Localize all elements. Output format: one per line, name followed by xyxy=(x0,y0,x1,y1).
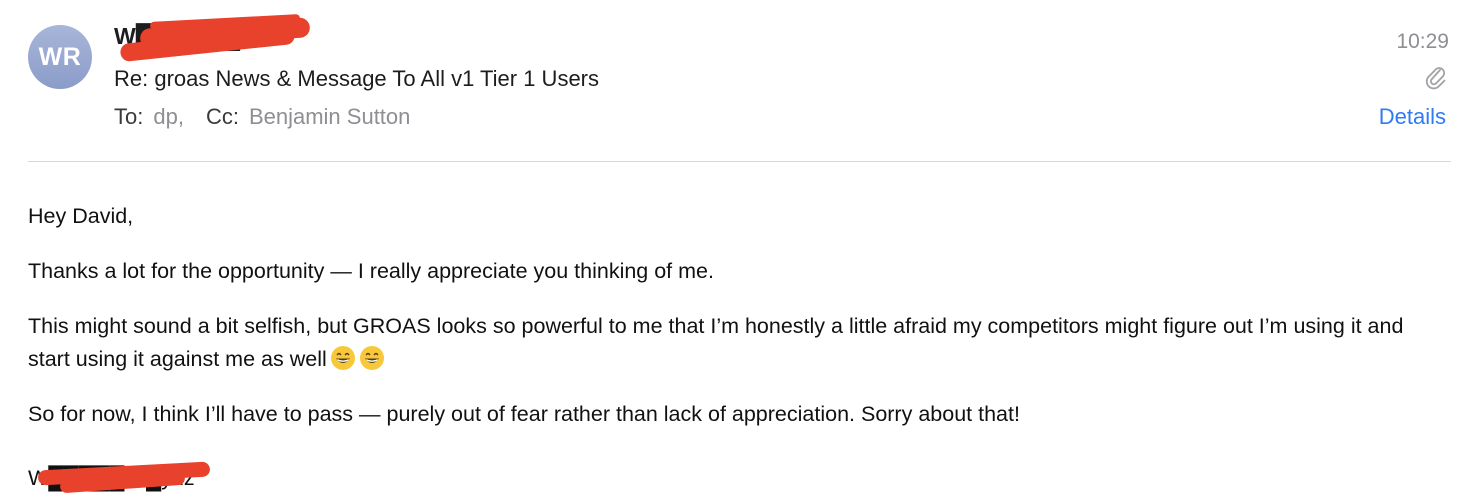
paperclip-icon xyxy=(1425,64,1447,90)
greeting-text: Hey David, xyxy=(28,204,134,228)
cc-recipient[interactable]: Benjamin Sutton xyxy=(249,104,410,130)
recipients-row: To: dp, Cc: Benjamin Sutton xyxy=(114,104,410,130)
body-paragraph: This might sound a bit selfish, but GROA… xyxy=(28,314,1404,371)
avatar-initials: WR xyxy=(38,42,82,71)
body-paragraph: Thanks a lot for the opportunity — I rea… xyxy=(28,259,714,283)
body-paragraph-with-emoji: This might sound a bit selfish, but GROA… xyxy=(28,310,1448,376)
details-link[interactable]: Details xyxy=(1379,104,1446,130)
email-subject: Re: groas News & Message To All v1 Tier … xyxy=(114,66,600,91)
header-divider xyxy=(28,161,1451,162)
cc-label: Cc: xyxy=(205,104,239,129)
sender-avatar[interactable]: WR xyxy=(28,25,92,89)
body-paragraph: So for now, I think I’ll have to pass — … xyxy=(28,402,1020,426)
message-header: WR W███ R██dz Re: groas News & Message T… xyxy=(0,0,1466,162)
grinning-emoji-icon xyxy=(330,346,355,370)
to-recipient[interactable]: dp, xyxy=(153,104,184,130)
message-body: Hey David, Thanks a lot for the opportun… xyxy=(28,200,1448,453)
grinning-emoji-icon xyxy=(359,346,384,370)
message-time: 10:29 xyxy=(1396,30,1449,53)
to-label: To: xyxy=(114,104,144,129)
